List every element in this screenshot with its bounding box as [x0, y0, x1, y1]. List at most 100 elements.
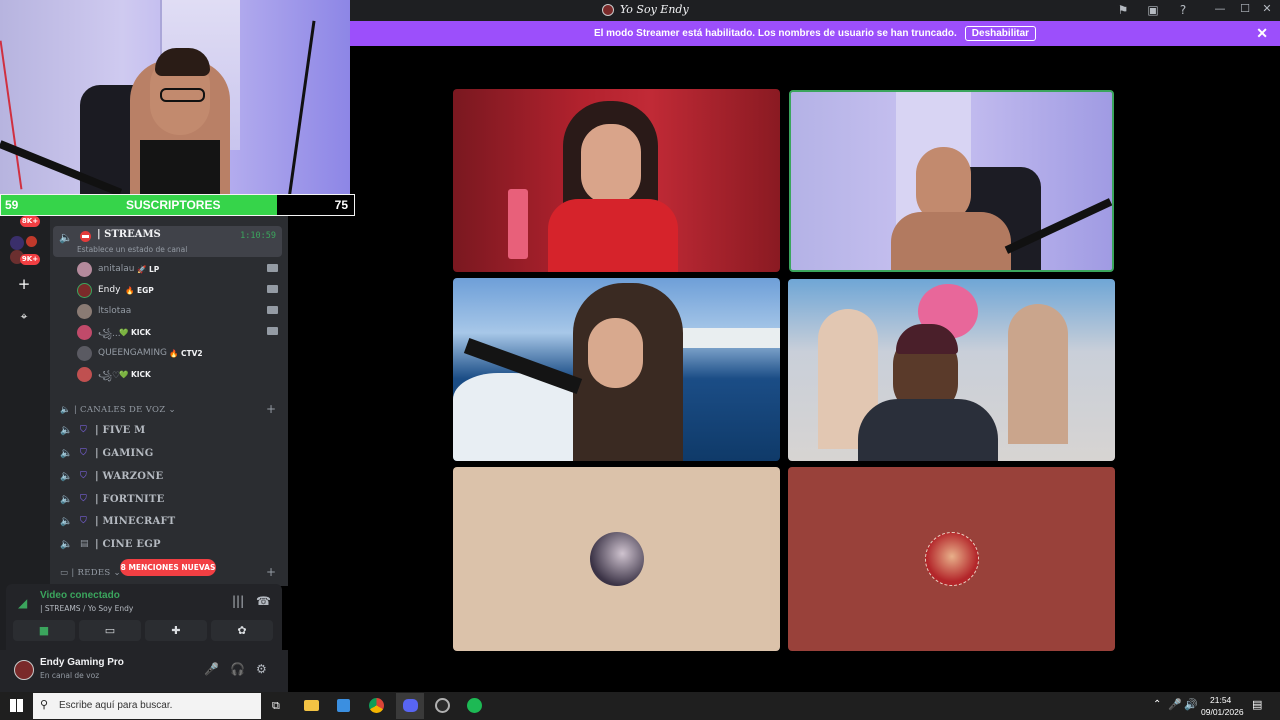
discover-icon[interactable]: ⌖: [14, 306, 34, 326]
video-tile[interactable]: [453, 89, 780, 272]
taskbar-search[interactable]: ⚲ Escribe aquí para buscar.: [33, 693, 261, 719]
camera-icon: [267, 264, 278, 272]
voice-channel[interactable]: 🔈 ⛉ | WARZONE: [60, 469, 280, 487]
active-voice-channel[interactable]: 🔈 | STREAMS Establece un estado de canal…: [53, 226, 282, 257]
clock-time[interactable]: 21:54: [1210, 695, 1231, 705]
settings-gear-icon[interactable]: ⚙: [256, 662, 267, 676]
background-person: [1008, 304, 1068, 444]
speaker-icon: 🔈: [60, 448, 73, 459]
participant-avatar: [590, 532, 644, 586]
help-icon[interactable]: ?: [1175, 3, 1191, 17]
close-window-button[interactable]: ✕: [1257, 2, 1277, 18]
voice-user-tag: 🚀 LP: [137, 265, 160, 274]
add-channel-icon[interactable]: +: [266, 402, 276, 416]
voice-user[interactable]: QUEENGAMING 🔥 CTV2: [77, 345, 282, 363]
voice-channel[interactable]: 🔈 ⛉ | FIVE M: [60, 423, 280, 441]
signal-icon[interactable]: ◢: [18, 596, 27, 610]
add-server-icon[interactable]: +: [14, 274, 34, 294]
clock-date[interactable]: 09/01/2026: [1201, 707, 1244, 717]
voice-channel-label: | CINE EGP: [95, 539, 161, 550]
discord-app-icon[interactable]: [396, 693, 424, 719]
maximize-button[interactable]: ☐: [1235, 2, 1255, 18]
voice-channel[interactable]: 🔈 ⛉ | GAMING: [60, 446, 280, 464]
no-entry-icon: [80, 231, 91, 242]
voice-user[interactable]: anitalau 🚀 LP: [77, 261, 282, 279]
background-pole: [287, 20, 316, 194]
add-channel-icon[interactable]: +: [266, 565, 276, 579]
video-tile-avatar[interactable]: [788, 467, 1115, 651]
voice-channel[interactable]: 🔈 ▤ | CINE EGP: [60, 537, 280, 555]
voice-channel[interactable]: 🔈 ⛉ | MINECRAFT: [60, 514, 280, 532]
camera-icon: [267, 327, 278, 335]
voice-channel-label: | FORTNITE: [95, 494, 165, 505]
voice-user[interactable]: Endy 🔥 EGP: [77, 282, 282, 300]
headphones-icon[interactable]: 🎧: [230, 662, 245, 676]
tray-microphone-icon[interactable]: 🎤: [1168, 698, 1182, 711]
redes-category-header[interactable]: ▭ | REDES ⌄: [60, 568, 121, 578]
subscriber-label: SUSCRIPTORES: [126, 198, 221, 212]
volume-icon[interactable]: 🔊: [1184, 698, 1198, 711]
subscriber-goal-bar: 59 SUSCRIPTORES 75: [0, 194, 355, 216]
store-icon[interactable]: [337, 699, 350, 712]
participant-body: [891, 212, 1011, 270]
avatar[interactable]: [14, 660, 34, 680]
noise-suppression-icon[interactable]: |||: [232, 594, 244, 608]
participant-shirt: [858, 399, 998, 461]
screen-share-button[interactable]: ▭: [79, 620, 141, 641]
speaker-icon: 🔈: [60, 516, 73, 527]
streamer-glasses: [160, 88, 205, 102]
microphone-icon[interactable]: 🎤: [204, 662, 219, 676]
participant-face: [916, 147, 971, 222]
voice-status[interactable]: Video conectado: [40, 590, 120, 601]
video-tile[interactable]: [453, 278, 780, 461]
screen: Yo Soy Endy ⚑ ▣ ? — ☐ ✕ El modo Streamer…: [0, 0, 1280, 720]
activities-button[interactable]: ✚: [145, 620, 207, 641]
video-tile-speaking[interactable]: [789, 90, 1114, 272]
shield-icon: ⛉: [80, 448, 87, 458]
shield-icon: ⛉: [80, 516, 87, 526]
disable-streamer-mode-button[interactable]: Deshabilitar: [964, 26, 1037, 41]
inbox-flag-icon[interactable]: ⚑: [1115, 3, 1131, 17]
shield-icon: ⛉: [80, 425, 87, 435]
voice-user-tag: 💚 KICK: [119, 370, 151, 379]
notifications-icon[interactable]: ▤: [1252, 698, 1262, 711]
camera-icon: [267, 306, 278, 314]
background-cable: [0, 40, 23, 190]
streamer-hair: [155, 48, 210, 76]
voice-user[interactable]: ltslotaa: [77, 303, 282, 321]
task-view-icon[interactable]: ⧉: [272, 699, 280, 713]
banner-close-icon[interactable]: ✕: [1256, 25, 1268, 42]
tray-chevron-icon[interactable]: ⌃: [1153, 699, 1161, 710]
server-icon[interactable]: [26, 236, 37, 247]
participant-face: [581, 124, 641, 204]
avatar: [77, 304, 92, 319]
speaker-icon: 🔈: [60, 494, 73, 505]
voice-channel[interactable]: 🔈 ⛉ | FORTNITE: [60, 492, 280, 510]
windows-start-icon[interactable]: [10, 699, 23, 712]
app-icon[interactable]: [435, 698, 450, 713]
user-name[interactable]: Endy Gaming Pro: [40, 657, 124, 668]
soundboard-button[interactable]: ✿: [211, 620, 273, 641]
voice-category-label: | CANALES DE VOZ: [73, 405, 166, 415]
voice-channel-path[interactable]: | STREAMS / Yo Soy Endy: [40, 604, 133, 613]
streamer-tank-top: [140, 140, 220, 194]
search-placeholder: Escribe aquí para buscar.: [59, 700, 173, 711]
server-icon[interactable]: [10, 236, 24, 250]
voice-channel-label: | FIVE M: [95, 425, 146, 436]
chrome-icon[interactable]: [369, 698, 384, 713]
voice-user[interactable]: ꧁... 💚 KICK: [77, 324, 282, 342]
spotify-icon[interactable]: [467, 698, 482, 713]
video-tile-avatar[interactable]: [453, 467, 780, 651]
file-explorer-icon[interactable]: [304, 700, 319, 711]
voice-category-header[interactable]: 🔈 | CANALES DE VOZ ⌄: [60, 405, 176, 415]
speaker-icon: 🔈: [60, 539, 73, 550]
camera-button[interactable]: ■: [13, 620, 75, 641]
new-mentions-pill[interactable]: 8 MENCIONES NUEVAS: [120, 559, 216, 576]
channel-status[interactable]: Establece un estado de canal: [77, 245, 187, 254]
camera-icon: [267, 285, 278, 293]
inbox-icon[interactable]: ▣: [1145, 3, 1161, 17]
voice-user[interactable]: ꧁♡ 💚 KICK: [77, 366, 282, 384]
disconnect-icon[interactable]: ☎: [256, 594, 271, 608]
minimize-button[interactable]: —: [1210, 2, 1230, 18]
video-tile[interactable]: [788, 279, 1115, 461]
